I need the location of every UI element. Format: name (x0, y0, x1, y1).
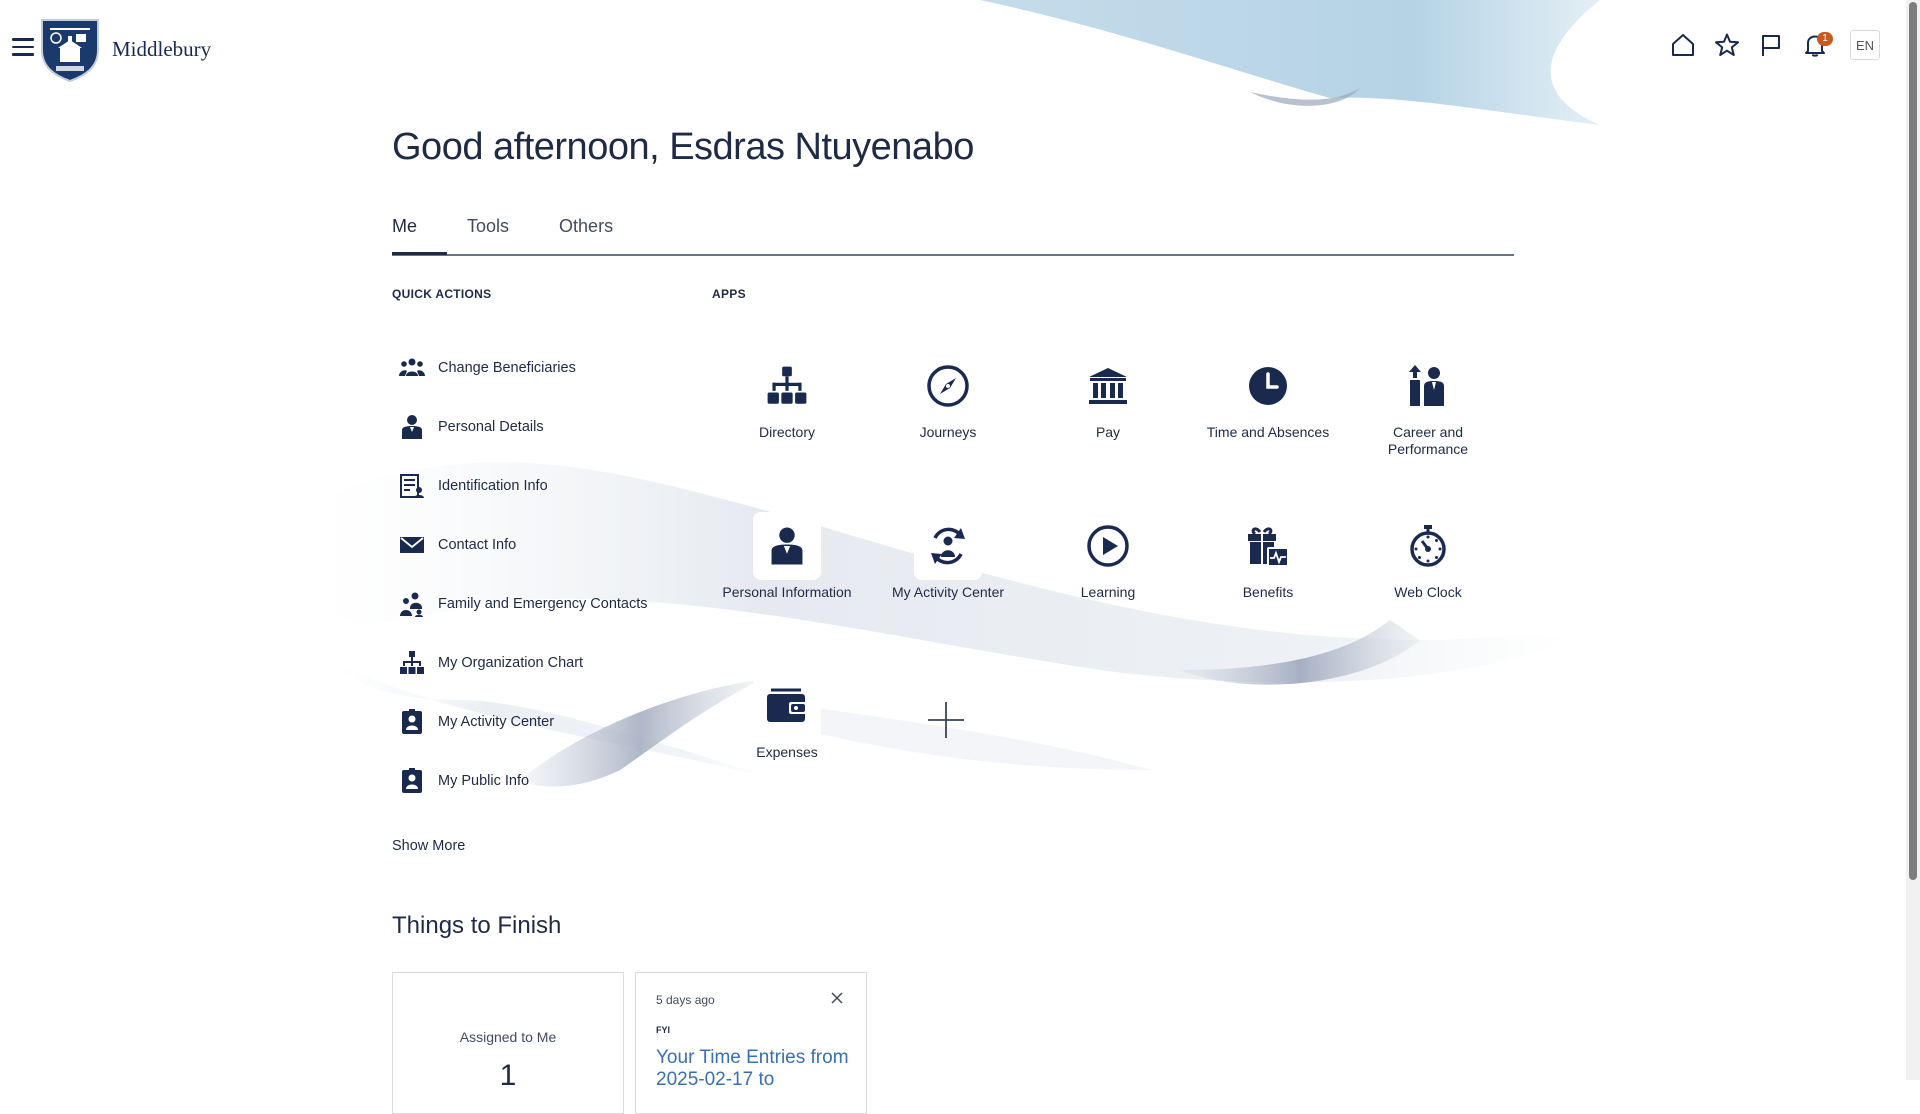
quick-action-label: Personal Details (438, 418, 544, 435)
app-directory[interactable]: Directory (712, 352, 862, 441)
close-icon[interactable] (830, 991, 844, 1005)
home-icon[interactable] (1668, 30, 1698, 60)
app-pay[interactable]: Pay (1033, 352, 1183, 441)
tab-others[interactable]: Others (559, 206, 613, 252)
things-to-finish-heading: Things to Finish (392, 912, 562, 939)
app-label: Personal Information (722, 584, 852, 600)
activity-cycle-icon (914, 512, 982, 580)
fyi-type: FYI (656, 1025, 671, 1035)
app-journeys[interactable]: Journeys (873, 352, 1023, 441)
quick-actions-list: Change Beneficiaries Personal Details Id… (398, 338, 698, 810)
tab-me[interactable]: Me (392, 206, 448, 255)
clock-icon (1234, 352, 1302, 420)
app-label: Benefits (1242, 584, 1294, 600)
public-badge-icon (398, 767, 426, 795)
org-chart-icon (398, 649, 426, 677)
app-label: Learning (1080, 584, 1136, 600)
assigned-to-me-card[interactable]: Assigned to Me 1 (392, 972, 624, 1114)
show-more-link[interactable]: Show More (392, 838, 465, 854)
quick-action-change-beneficiaries[interactable]: Change Beneficiaries (398, 338, 698, 397)
quick-action-my-organization-chart[interactable]: My Organization Chart (398, 633, 698, 692)
language-button[interactable]: EN (1850, 30, 1880, 60)
crest-icon (41, 19, 99, 82)
notification-badge: 1 (1817, 32, 1833, 46)
org-chart-icon (753, 352, 821, 420)
app-label: Pay (1095, 424, 1121, 440)
flag-icon[interactable] (1756, 30, 1786, 60)
play-circle-icon (1074, 512, 1142, 580)
menu-icon[interactable] (12, 38, 34, 58)
people-group-icon (398, 354, 426, 382)
envelope-icon (398, 531, 426, 559)
app-benefits[interactable]: Benefits (1193, 512, 1343, 601)
quick-action-my-public-info[interactable]: My Public Info (398, 751, 698, 810)
quick-action-family-emergency-contacts[interactable]: Family and Emergency Contacts (398, 574, 698, 633)
star-icon[interactable] (1712, 30, 1742, 60)
tab-tools[interactable]: Tools (467, 206, 509, 252)
quick-action-label: Contact Info (438, 536, 517, 553)
quick-action-identification-info[interactable]: Identification Info (398, 456, 698, 515)
app-expenses[interactable]: Expenses (712, 672, 862, 761)
family-icon (398, 590, 426, 618)
quick-action-my-activity-center[interactable]: My Activity Center (398, 692, 698, 751)
person-icon (753, 512, 821, 580)
app-label: Career and Performance (1387, 424, 1469, 457)
quick-action-label: My Activity Center (438, 713, 555, 730)
quick-action-label: Family and Emergency Contacts (438, 595, 648, 612)
scrollbar[interactable] (1906, 0, 1920, 1080)
wallet-icon (753, 672, 821, 740)
assigned-label: Assigned to Me (459, 1029, 557, 1045)
quick-action-label: Change Beneficiaries (438, 359, 576, 376)
person-icon (398, 413, 426, 441)
quick-action-label: Identification Info (438, 477, 548, 494)
quick-actions-heading: QUICK ACTIONS (392, 287, 492, 301)
app-label: My Activity Center (891, 584, 1005, 600)
logo-text: Middlebury (112, 36, 212, 61)
app-label: Time and Absences (1206, 424, 1330, 440)
fyi-title[interactable]: Your Time Entries from 2025-02-17 to (656, 1047, 856, 1091)
app-label: Directory (758, 424, 815, 440)
app-learning[interactable]: Learning (1033, 512, 1183, 601)
scrollbar-thumb[interactable] (1909, 2, 1917, 880)
career-people-icon (1394, 352, 1462, 420)
gift-icon (1234, 512, 1302, 580)
app-time-and-absences[interactable]: Time and Absences (1193, 352, 1343, 441)
id-document-icon (398, 472, 426, 500)
app-label: Expenses (756, 744, 818, 760)
plus-icon (928, 702, 964, 738)
activity-badge-icon (398, 708, 426, 736)
assigned-count: 1 (499, 1059, 517, 1092)
app-career-and-performance[interactable]: Career and Performance (1353, 352, 1503, 458)
tab-bar: Me Tools Others (392, 206, 1514, 256)
bank-icon (1074, 352, 1142, 420)
quick-action-label: My Organization Chart (438, 654, 584, 671)
quick-action-contact-info[interactable]: Contact Info (398, 515, 698, 574)
compass-icon (914, 352, 982, 420)
quick-action-label: My Public Info (438, 772, 530, 789)
header-toolbar: 1 EN (1668, 30, 1880, 60)
fyi-time: 5 days ago (656, 993, 715, 1007)
stopwatch-icon (1394, 512, 1462, 580)
app-label: Web Clock (1394, 584, 1462, 600)
page-title: Good afternoon, Esdras Ntuyenabo (392, 126, 974, 168)
add-app-button[interactable] (926, 700, 966, 740)
bell-icon[interactable]: 1 (1800, 30, 1833, 60)
fyi-card[interactable]: 5 days ago FYI Your Time Entries from 20… (635, 972, 867, 1114)
logo[interactable]: Middlebury (40, 16, 211, 82)
app-personal-information[interactable]: Personal Information (712, 512, 862, 601)
app-label: Journeys (919, 424, 977, 440)
apps-heading: APPS (712, 287, 746, 301)
app-my-activity-center[interactable]: My Activity Center (873, 512, 1023, 601)
quick-action-personal-details[interactable]: Personal Details (398, 397, 698, 456)
app-web-clock[interactable]: Web Clock (1353, 512, 1503, 601)
